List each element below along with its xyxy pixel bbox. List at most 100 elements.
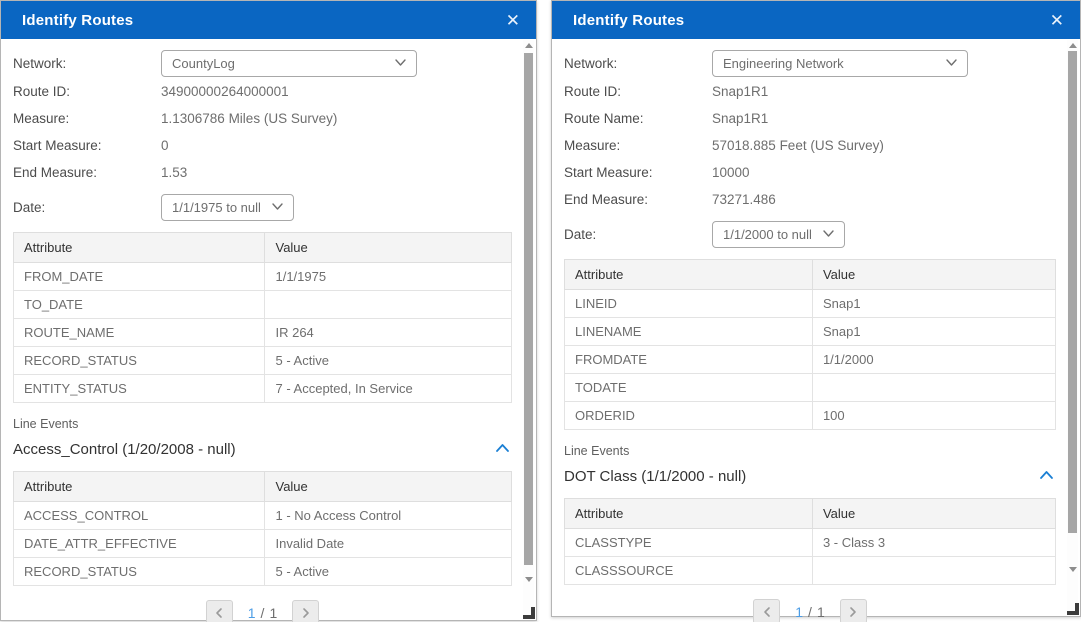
- panel-title: Identify Routes: [22, 12, 133, 29]
- selected-option-label: CountyLog: [172, 56, 235, 71]
- attribute-cell: CLASSSOURCE: [565, 557, 813, 585]
- current-page-number: 1: [248, 605, 256, 621]
- value-cell: 7 - Accepted, In Service: [265, 375, 512, 403]
- attribute-cell: TODATE: [565, 374, 813, 402]
- value-cell: 1 - No Access Control: [265, 502, 512, 530]
- value-cell: Invalid Date: [265, 530, 512, 558]
- value-cell: 1/1/2000: [812, 346, 1055, 374]
- scroll-down-arrow-icon[interactable]: [1069, 567, 1077, 572]
- page-separator: /: [261, 605, 265, 621]
- collapse-toggle[interactable]: [1037, 465, 1056, 487]
- form-row: Start Measure:10000: [564, 159, 1056, 186]
- column-header: Value: [265, 472, 512, 502]
- form-row: Start Measure:0: [13, 132, 512, 159]
- attribute-cell: RECORD_STATUS: [14, 558, 265, 586]
- scroll-up-arrow-icon[interactable]: [1069, 43, 1077, 48]
- table-row: CLASSTYPE3 - Class 3: [565, 529, 1056, 557]
- field-value: 10000: [712, 165, 750, 180]
- prev-page-button[interactable]: [753, 599, 780, 622]
- table-row: ROUTE_NAMEIR 264: [14, 319, 512, 347]
- field-value: 1.53: [161, 165, 187, 180]
- attribute-cell: FROMDATE: [565, 346, 813, 374]
- form-row: Network:CountyLog: [13, 48, 512, 78]
- current-page-number: 1: [795, 604, 803, 620]
- table-row: ACCESS_CONTROL1 - No Access Control: [14, 502, 512, 530]
- attribute-cell: ACCESS_CONTROL: [14, 502, 265, 530]
- field-value: Snap1R1: [712, 111, 768, 126]
- network-select[interactable]: CountyLog: [161, 50, 417, 77]
- prev-page-button[interactable]: [206, 600, 233, 622]
- date-select[interactable]: 1/1/1975 to null: [161, 194, 294, 221]
- form-row: Date:1/1/1975 to null: [13, 192, 512, 222]
- field-value: 73271.486: [712, 192, 776, 207]
- panel-body: Network:Engineering NetworkRoute ID:Snap…: [552, 39, 1080, 622]
- resize-handle[interactable]: [1065, 601, 1079, 615]
- scrollbar-thumb[interactable]: [524, 53, 533, 565]
- field-value: 1.1306786 Miles (US Survey): [161, 111, 337, 126]
- chevron-down-icon: [271, 198, 284, 216]
- field-label: Start Measure:: [564, 165, 712, 180]
- selected-option-label: 1/1/2000 to null: [723, 227, 812, 242]
- column-header: Value: [265, 233, 512, 263]
- field-label: Route ID:: [564, 84, 712, 99]
- form-row: Measure:57018.885 Feet (US Survey): [564, 132, 1056, 159]
- page-separator: /: [808, 604, 812, 620]
- line-event-group-title: Access_Control (1/20/2008 - null): [13, 441, 236, 458]
- field-label: Route Name:: [564, 111, 712, 126]
- line-event-attribute-table: AttributeValueCLASSTYPE3 - Class 3CLASSS…: [564, 498, 1056, 585]
- column-header: Value: [812, 499, 1055, 529]
- chevron-down-icon: [945, 54, 958, 72]
- table-row: CLASSSOURCE: [565, 557, 1056, 585]
- column-header: Attribute: [14, 233, 265, 263]
- scrollbar-thumb[interactable]: [1068, 51, 1077, 533]
- column-header: Attribute: [565, 260, 813, 290]
- total-pages: 1: [817, 604, 825, 620]
- table-row: LINEIDSnap1: [565, 290, 1056, 318]
- value-cell: 3 - Class 3: [812, 529, 1055, 557]
- form-row: Date:1/1/2000 to null: [564, 219, 1056, 249]
- date-select[interactable]: 1/1/2000 to null: [712, 221, 845, 248]
- attribute-cell: RECORD_STATUS: [14, 347, 265, 375]
- attribute-cell: LINEID: [565, 290, 813, 318]
- field-value: 57018.885 Feet (US Survey): [712, 138, 884, 153]
- close-icon[interactable]: ✕: [506, 12, 520, 29]
- attribute-cell: ENTITY_STATUS: [14, 375, 265, 403]
- table-row: ORDERID100: [565, 402, 1056, 430]
- close-icon[interactable]: ✕: [1050, 12, 1064, 29]
- field-value: 34900000264000001: [161, 84, 289, 99]
- chevron-up-icon: [495, 440, 510, 458]
- field-label: Start Measure:: [13, 138, 161, 153]
- page-indicator: 1 / 1: [795, 604, 824, 620]
- form-row: Route ID:Snap1R1: [564, 78, 1056, 105]
- table-row: RECORD_STATUS5 - Active: [14, 347, 512, 375]
- pagination: 1/1: [13, 600, 512, 622]
- attribute-cell: ROUTE_NAME: [14, 319, 265, 347]
- value-cell: 1/1/1975: [265, 263, 512, 291]
- collapse-toggle[interactable]: [493, 438, 512, 460]
- attribute-cell: CLASSTYPE: [565, 529, 813, 557]
- panel-header: Identify Routes✕: [552, 1, 1080, 39]
- value-cell: [812, 374, 1055, 402]
- column-header: Attribute: [14, 472, 265, 502]
- table-row: DATE_ATTR_EFFECTIVEInvalid Date: [14, 530, 512, 558]
- value-cell: [812, 557, 1055, 585]
- field-label: Measure:: [13, 111, 161, 126]
- next-page-button[interactable]: [840, 599, 867, 622]
- scroll-down-arrow-icon[interactable]: [525, 577, 533, 582]
- table-row: TODATE: [565, 374, 1056, 402]
- table-row: RECORD_STATUS5 - Active: [14, 558, 512, 586]
- panel-header: Identify Routes ✕: [1, 1, 536, 39]
- selected-option-label: Engineering Network: [723, 56, 844, 71]
- panel-body: Network:CountyLogRoute ID:34900000264000…: [1, 39, 536, 622]
- identify-routes-panel: Identify Routes ✕ Network:CountyLogRoute I…: [0, 0, 537, 621]
- workspace: Identify Routes✕Network:CountyLogRoute I…: [0, 0, 1081, 622]
- value-cell: 5 - Active: [265, 347, 512, 375]
- table-row: ENTITY_STATUS7 - Accepted, In Service: [14, 375, 512, 403]
- value-cell: Snap1: [812, 290, 1055, 318]
- scroll-up-arrow-icon[interactable]: [525, 43, 533, 48]
- next-page-button[interactable]: [292, 600, 319, 622]
- resize-handle[interactable]: [521, 605, 535, 619]
- network-select[interactable]: Engineering Network: [712, 50, 968, 77]
- identify-routes-panel: Identify Routes✕Network:Engineering Netw…: [551, 0, 1081, 617]
- attribute-cell: ORDERID: [565, 402, 813, 430]
